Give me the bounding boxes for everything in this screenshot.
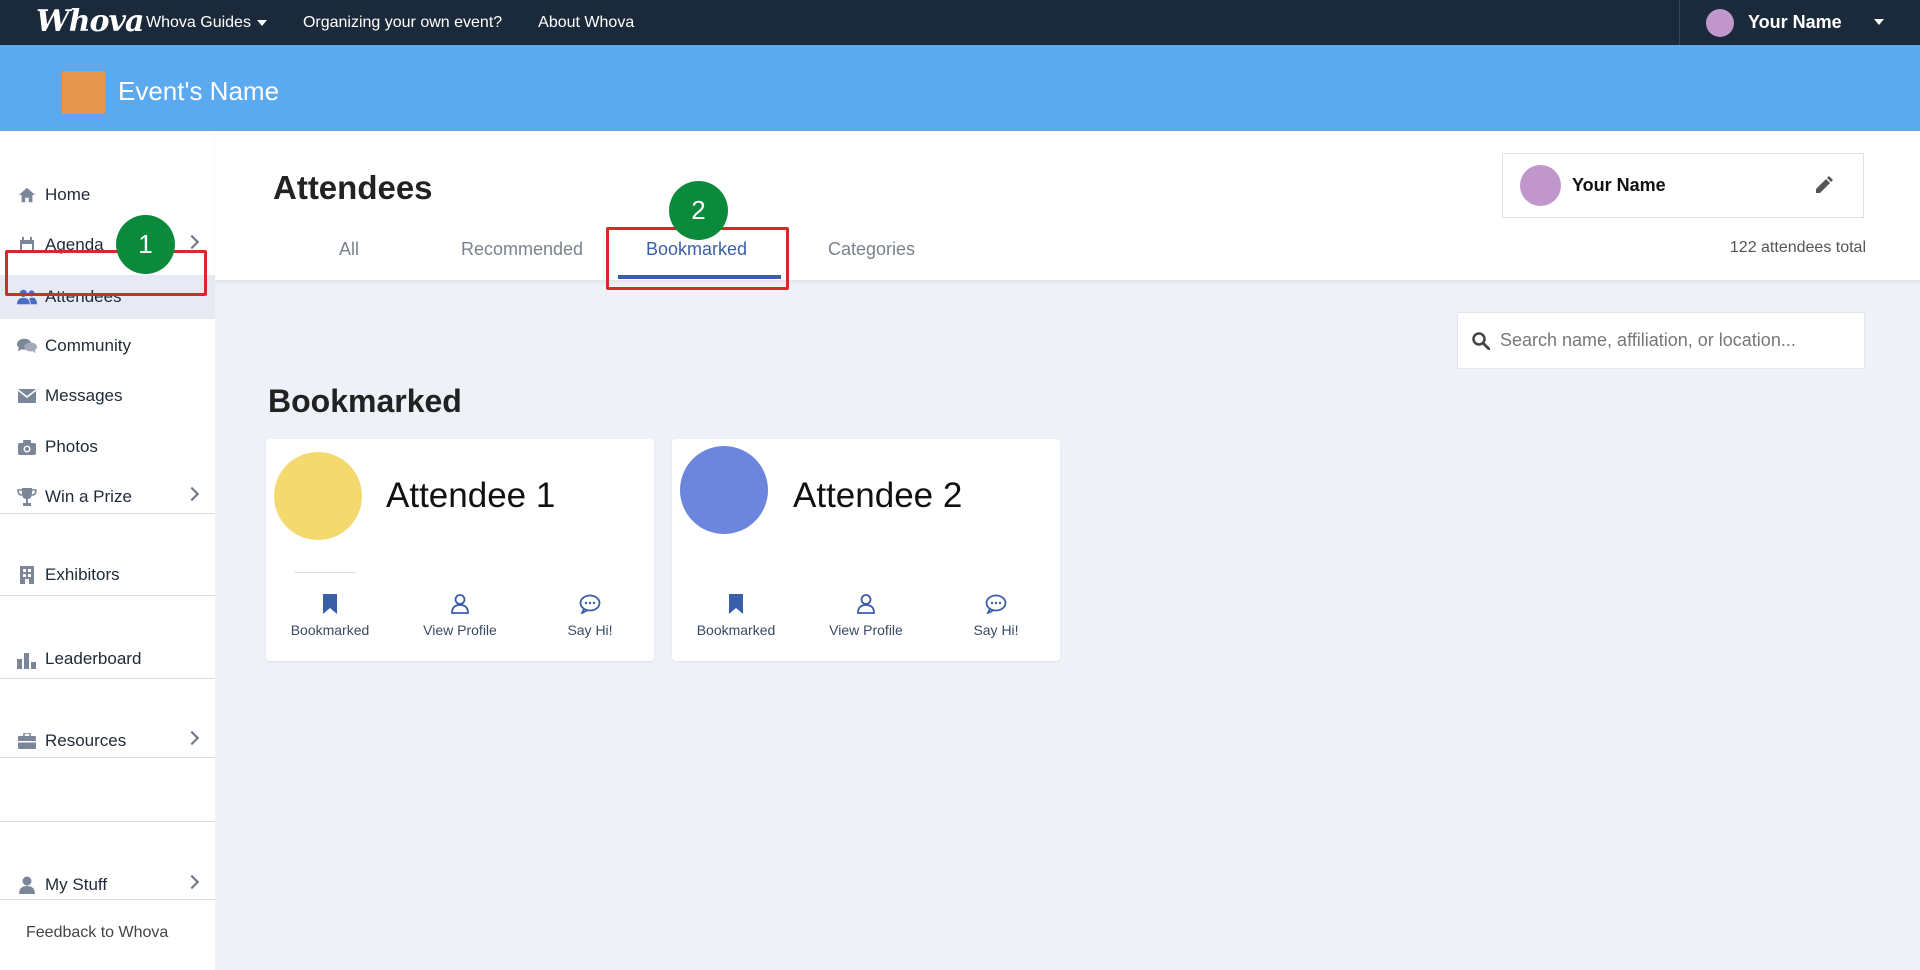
action-label: Say Hi!: [973, 622, 1019, 638]
view-profile-button[interactable]: View Profile: [811, 592, 921, 638]
feedback-link[interactable]: Feedback to Whova: [26, 924, 168, 942]
bookmarked-button[interactable]: Bookmarked: [681, 592, 791, 638]
chevron-right-icon: [184, 874, 200, 890]
sidebar-item-home[interactable]: Home: [0, 173, 215, 217]
avatar: [1706, 8, 1734, 37]
tab-categories[interactable]: Categories: [828, 239, 915, 260]
top-nav-links: Whova Guides Organizing your own event? …: [146, 0, 634, 45]
search-input[interactable]: [1500, 330, 1860, 351]
say-hi-button[interactable]: Say Hi!: [535, 592, 645, 638]
divider: [294, 572, 356, 573]
user-menu[interactable]: Your Name: [1679, 0, 1920, 45]
page-title: Attendees: [273, 169, 433, 206]
sidebar-item-community[interactable]: Community: [0, 324, 215, 368]
step-badge-1: 1: [116, 215, 175, 274]
sidebar-item-messages[interactable]: Messages: [0, 374, 215, 418]
caret-down-icon: [1874, 19, 1884, 25]
bookmarked-button[interactable]: Bookmarked: [275, 592, 385, 638]
action-label: View Profile: [423, 622, 497, 638]
attendee-search: [1457, 312, 1865, 369]
attendee-card[interactable]: Attendee 1 Bookmarked View Profile Say H…: [266, 439, 654, 661]
my-profile-card[interactable]: Your Name: [1502, 153, 1864, 218]
briefcase-icon: [17, 731, 37, 751]
tab-recommended[interactable]: Recommended: [461, 239, 583, 260]
sidebar-item-label: Exhibitors: [45, 565, 120, 584]
bookmark-icon: [725, 592, 747, 616]
sidebar-item-label: Win a Prize: [45, 487, 132, 506]
sidebar-item-exhibitors[interactable]: Exhibitors: [0, 553, 215, 597]
caret-down-icon: [256, 19, 267, 26]
event-banner: Event's Name: [0, 45, 1920, 131]
nav-organizing-event[interactable]: Organizing your own event?: [303, 14, 502, 32]
action-label: Bookmarked: [696, 622, 776, 638]
sidebar-item-label: Messages: [45, 386, 123, 405]
chevron-right-icon: [184, 486, 200, 502]
chevron-right-icon: [184, 730, 200, 746]
whova-logo[interactable]: Whova: [36, 4, 144, 39]
sidebar-item-label: My Stuff: [45, 875, 108, 894]
trophy-icon: [17, 487, 37, 507]
search-icon: [1472, 331, 1491, 350]
person-icon: [17, 875, 37, 895]
sidebar-divider: [0, 595, 215, 596]
sidebar-item-label: Photos: [45, 437, 98, 456]
attendee-name[interactable]: Attendee 2: [793, 476, 962, 516]
chat-bubble-icon: [579, 592, 601, 616]
highlight-attendees: [5, 250, 207, 296]
view-profile-button[interactable]: View Profile: [405, 592, 515, 638]
nav-whova-guides[interactable]: Whova Guides: [146, 14, 267, 32]
bookmark-icon: [319, 592, 341, 616]
nav-about-whova[interactable]: About Whova: [538, 14, 634, 32]
say-hi-button[interactable]: Say Hi!: [941, 592, 1051, 638]
sidebar-item-my-stuff[interactable]: My Stuff: [0, 863, 215, 907]
chevron-right-icon: [184, 234, 200, 250]
event-logo: [62, 71, 105, 114]
building-icon: [17, 565, 37, 585]
envelope-icon: [17, 386, 37, 406]
sidebar-item-leaderboard[interactable]: Leaderboard: [0, 637, 215, 681]
attendees-header: Attendees All Recommended Bookmarked Cat…: [215, 131, 1920, 280]
user-name: Your Name: [1748, 12, 1842, 32]
sidebar-divider: [0, 513, 215, 514]
avatar: [274, 452, 362, 540]
sidebar-item-label: Resources: [45, 731, 127, 750]
tab-all[interactable]: All: [339, 239, 359, 260]
event-name: Event's Name: [118, 76, 280, 106]
person-icon: [855, 592, 877, 616]
sidebar-item-label: Leaderboard: [45, 649, 142, 668]
sidebar-divider: [0, 757, 215, 758]
sidebar-divider: [0, 821, 215, 822]
section-title: Bookmarked: [268, 383, 462, 419]
avatar: [1520, 165, 1561, 206]
attendee-name[interactable]: Attendee 1: [386, 476, 555, 516]
attendee-card[interactable]: Attendee 2 Bookmarked View Profile Say H…: [672, 439, 1060, 661]
top-navbar: Whova Whova Guides Organizing your own e…: [0, 0, 1920, 45]
action-label: Say Hi!: [567, 622, 613, 638]
profile-name: Your Name: [1572, 175, 1666, 195]
avatar: [680, 446, 768, 534]
camera-icon: [17, 437, 37, 457]
sidebar-divider: [0, 899, 215, 900]
action-label: Bookmarked: [290, 622, 370, 638]
chat-bubbles-icon: [17, 336, 37, 356]
home-icon: [17, 185, 37, 205]
chat-bubble-icon: [985, 592, 1007, 616]
step-badge-2: 2: [669, 181, 728, 240]
sidebar-item-photos[interactable]: Photos: [0, 425, 215, 469]
pencil-icon[interactable]: [1813, 176, 1833, 196]
action-label: View Profile: [829, 622, 903, 638]
sidebar-item-label: Home: [45, 185, 91, 204]
person-icon: [449, 592, 471, 616]
sidebar-divider: [0, 678, 215, 679]
bar-chart-icon: [17, 649, 37, 669]
nav-whova-guides-label: Whova Guides: [146, 13, 251, 31]
sidebar-item-label: Community: [45, 336, 131, 355]
attendee-count: 122 attendees total: [1729, 239, 1866, 256]
